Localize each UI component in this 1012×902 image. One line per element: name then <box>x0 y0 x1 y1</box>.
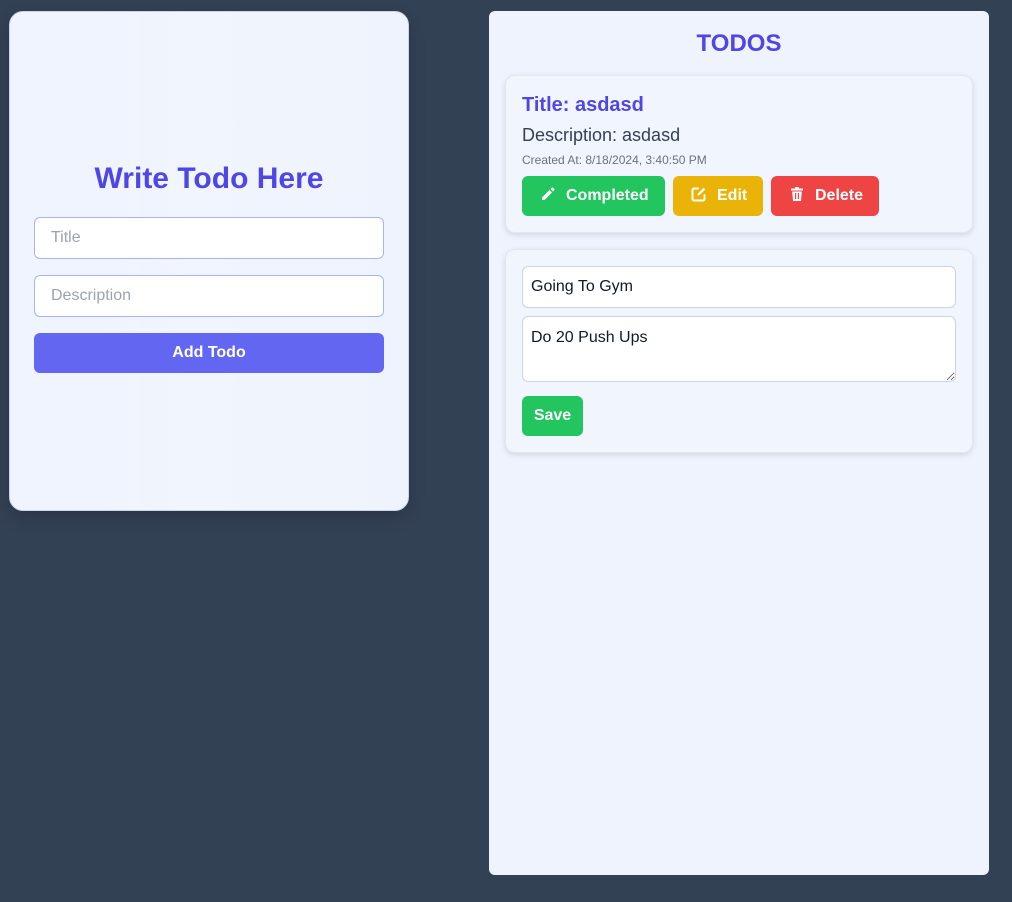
description-input[interactable] <box>34 275 384 317</box>
write-todo-card: Write Todo Here Add Todo <box>9 11 409 511</box>
title-input[interactable] <box>34 217 384 259</box>
edit-button[interactable]: Edit <box>673 176 763 216</box>
delete-button-label: Delete <box>815 187 864 204</box>
todos-panel: TODOS Title: asdasd Description: asdasd … <box>489 11 989 875</box>
completed-button-label: Completed <box>566 187 649 204</box>
edit-description-textarea[interactable]: Do 20 Push Ups <box>522 316 956 382</box>
todo-item-card: Title: asdasd Description: asdasd Create… <box>505 75 973 233</box>
app-stage: Write Todo Here Add Todo TODOS Title: as… <box>0 0 1012 902</box>
todo-title: Title: asdasd <box>522 94 644 116</box>
edit-square-icon <box>691 186 707 207</box>
trash-icon <box>789 186 805 207</box>
todos-heading: TODOS <box>696 30 782 57</box>
edit-title-input[interactable] <box>522 266 956 308</box>
todo-created-at: Created At: 8/18/2024, 3:40:50 PM <box>522 153 707 167</box>
completed-button[interactable]: Completed <box>522 176 665 216</box>
add-todo-button[interactable]: Add Todo <box>34 333 384 373</box>
save-button[interactable]: Save <box>522 396 583 436</box>
pencil-icon <box>540 186 556 207</box>
delete-button[interactable]: Delete <box>771 176 879 216</box>
edit-todo-form: Do 20 Push Ups Save <box>505 249 973 453</box>
todo-description: Description: asdasd <box>522 125 681 145</box>
write-todo-heading: Write Todo Here <box>94 162 324 195</box>
edit-button-label: Edit <box>717 187 748 204</box>
